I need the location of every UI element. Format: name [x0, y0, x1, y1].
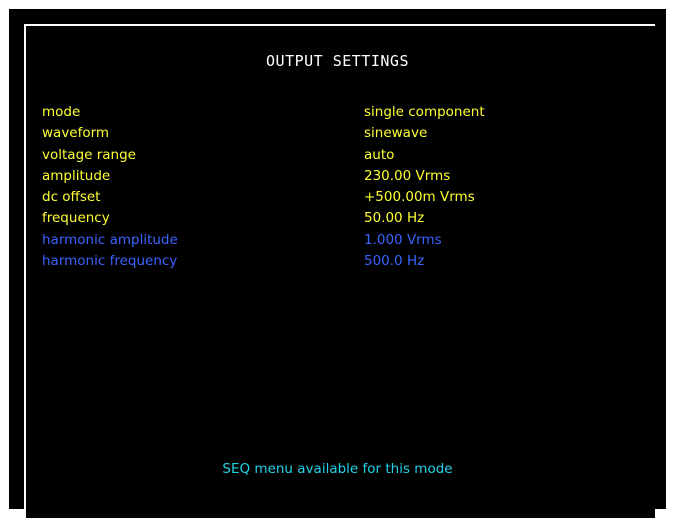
setting-value: 230.00 Vrms: [364, 167, 451, 184]
settings-list: mode single component waveform sinewave …: [42, 102, 632, 272]
page-title: OUTPUT SETTINGS: [266, 52, 409, 70]
display-screen: OUTPUT SETTINGS mode single component wa…: [9, 9, 666, 518]
setting-label: waveform: [42, 125, 110, 142]
setting-label: harmonic frequency: [42, 253, 178, 270]
setting-value: single component: [364, 104, 485, 120]
setting-row-frequency[interactable]: frequency 50.00 Hz: [42, 208, 632, 229]
setting-row-amplitude[interactable]: amplitude 230.00 Vrms: [42, 166, 632, 187]
setting-label: voltage range: [42, 146, 136, 163]
setting-row-mode[interactable]: mode single component: [42, 102, 632, 123]
setting-label: harmonic amplitude: [42, 231, 178, 248]
setting-row-harmonic-frequency[interactable]: harmonic frequency 500.0 Hz: [42, 251, 632, 272]
setting-value: +500.00m Vrms: [364, 189, 475, 206]
setting-row-dc-offset[interactable]: dc offset +500.00m Vrms: [42, 187, 632, 208]
setting-label: amplitude: [42, 167, 111, 184]
setting-value: 50.00 Hz: [364, 210, 425, 227]
setting-row-harmonic-amplitude[interactable]: harmonic amplitude 1.000 Vrms: [42, 230, 632, 251]
setting-value: auto: [364, 146, 395, 163]
setting-row-waveform[interactable]: waveform sinewave: [42, 123, 632, 144]
setting-value: 1.000 Vrms: [364, 231, 442, 248]
setting-label: mode: [42, 104, 81, 120]
window-frame: OUTPUT SETTINGS mode single component wa…: [0, 0, 673, 518]
status-message: SEQ menu available for this mode: [222, 461, 453, 477]
setting-row-voltage-range[interactable]: voltage range auto: [42, 145, 632, 166]
setting-value: 500.0 Hz: [364, 253, 425, 270]
setting-label: dc offset: [42, 189, 101, 206]
setting-label: frequency: [42, 210, 110, 227]
setting-value: sinewave: [364, 125, 428, 142]
